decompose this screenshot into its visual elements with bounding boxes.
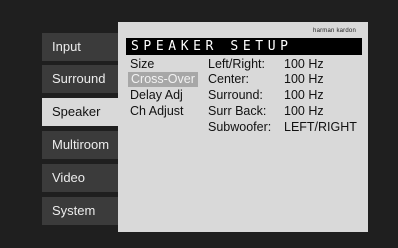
submenu-item-delay-adj[interactable]: Delay Adj bbox=[130, 88, 183, 103]
tab-speaker[interactable]: Speaker bbox=[42, 98, 122, 126]
tab-video[interactable]: Video bbox=[42, 164, 118, 192]
brand-logo: harman kardon bbox=[313, 28, 356, 34]
speaker-setup-panel: harman kardon SPEAKER SETUP Size Cross-O… bbox=[118, 22, 368, 232]
tab-system[interactable]: System bbox=[42, 197, 118, 225]
setting-label-left-right: Left/Right: bbox=[208, 57, 265, 71]
setting-value-surr-back[interactable]: 100 Hz bbox=[284, 104, 324, 119]
tab-multiroom[interactable]: Multiroom bbox=[42, 131, 118, 159]
submenu-item-cross-over[interactable]: Cross-Over bbox=[128, 72, 198, 87]
tab-surround[interactable]: Surround bbox=[42, 65, 118, 93]
setting-value-subwoofer[interactable]: LEFT/RIGHT bbox=[284, 120, 357, 135]
submenu-item-ch-adjust[interactable]: Ch Adjust bbox=[130, 104, 184, 119]
receiver-osd-screen: Input Surround Speaker Multiroom Video S… bbox=[0, 0, 398, 248]
page-title: SPEAKER SETUP bbox=[126, 38, 362, 55]
setting-value-center[interactable]: 100 Hz bbox=[284, 72, 324, 87]
setting-value-surround[interactable]: 100 Hz bbox=[284, 88, 324, 103]
submenu-item-size[interactable]: Size bbox=[130, 57, 154, 72]
setting-label-center: Center: bbox=[208, 72, 249, 86]
setting-value-left-right[interactable]: 100 Hz bbox=[284, 57, 324, 72]
setting-label-surr-back: Surr Back: bbox=[208, 104, 267, 118]
setting-label-surround: Surround: bbox=[208, 88, 263, 102]
tab-input[interactable]: Input bbox=[42, 33, 118, 61]
setting-label-subwoofer: Subwoofer: bbox=[208, 120, 272, 134]
